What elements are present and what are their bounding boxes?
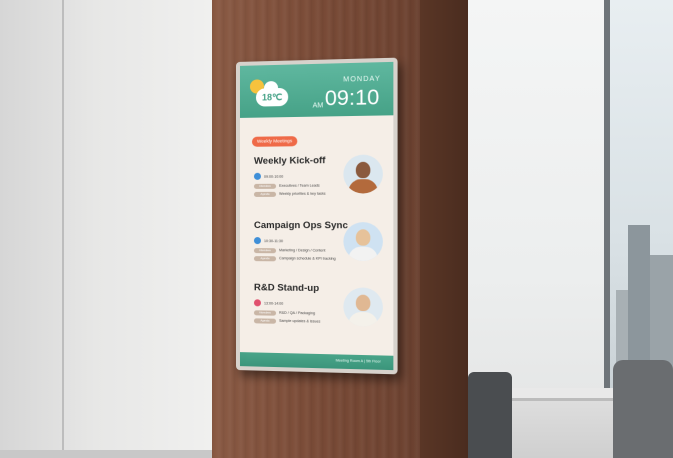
agenda-value: Sample updates & issues xyxy=(279,318,321,324)
chair xyxy=(613,360,673,458)
weather-icon: 18℃ xyxy=(248,79,290,110)
room-location: Meeting Room A | 5th Floor xyxy=(335,358,381,364)
person-body xyxy=(348,179,378,194)
agenda-tag: Agenda xyxy=(253,256,277,262)
wall-baseboard xyxy=(0,450,212,458)
office-background xyxy=(468,0,673,458)
clock-icon xyxy=(253,237,261,245)
wall-display: 18℃ MONDAY AM 09:10 Weekly Meetings Week… xyxy=(236,57,398,375)
person-body xyxy=(348,246,378,262)
wood-panel-edge xyxy=(420,0,468,458)
chair xyxy=(468,372,512,458)
attendee-photo xyxy=(343,287,383,327)
attendee-photo xyxy=(343,222,383,262)
meeting-time: 13:00-14:00 xyxy=(263,301,284,306)
temperature: 18℃ xyxy=(261,92,283,103)
person-head xyxy=(355,294,371,312)
day-of-week: MONDAY xyxy=(343,75,381,84)
meeting-title: R&D Stand-up xyxy=(253,282,320,295)
meeting-agenda-row: Agenda Campaign schedule & KPI tracking xyxy=(253,256,356,265)
attendees-tag: Attendees xyxy=(253,248,277,254)
display-screen: 18℃ MONDAY AM 09:10 Weekly Meetings Week… xyxy=(239,61,394,371)
meeting-agenda-row: Agenda Sample updates & issues xyxy=(253,318,356,328)
clock-icon xyxy=(253,172,261,180)
person-head xyxy=(355,161,371,179)
agenda-tag: Agenda xyxy=(253,318,277,324)
am-pm: AM xyxy=(312,102,324,110)
meeting-time-row: 09:00-10:00 xyxy=(253,172,346,181)
display-header: 18℃ MONDAY AM 09:10 xyxy=(239,61,394,118)
clock-time: 09:10 xyxy=(324,85,380,111)
left-wall xyxy=(0,0,212,458)
meeting-agenda-row: Agenda Weekly priorities & key tasks xyxy=(253,191,356,199)
person-head xyxy=(355,229,371,246)
attendees-value: R&D / QA / Packaging xyxy=(279,310,316,316)
office-scene: 18℃ MONDAY AM 09:10 Weekly Meetings Week… xyxy=(0,0,673,458)
meeting-time: 09:00-10:00 xyxy=(263,174,284,179)
attendee-photo xyxy=(343,154,383,194)
attendees-value: Executives / Team Leads xyxy=(279,183,320,188)
clock-icon xyxy=(253,299,261,307)
agenda-value: Campaign schedule & KPI tracking xyxy=(279,256,336,261)
attendees-value: Marketing / Design / Content xyxy=(279,248,326,253)
meeting-time: 10:30-11:30 xyxy=(263,239,284,244)
meeting-time-row: 13:00-14:00 xyxy=(253,299,346,308)
section-badge: Weekly Meetings xyxy=(251,136,298,147)
attendees-tag: Attendees xyxy=(253,183,277,189)
meeting-time-row: 10:30-11:30 xyxy=(253,237,346,245)
display-footer: Meeting Room A | 5th Floor xyxy=(239,352,394,371)
agenda-tag: Agenda xyxy=(253,191,277,197)
meeting-title: Campaign Ops Sync xyxy=(253,220,348,232)
wall-seam xyxy=(62,0,64,458)
agenda-value: Weekly priorities & key tasks xyxy=(279,191,326,196)
attendees-tag: Attendees xyxy=(253,310,277,316)
meeting-title: Weekly Kick-off xyxy=(253,155,326,167)
person-body xyxy=(348,311,378,327)
